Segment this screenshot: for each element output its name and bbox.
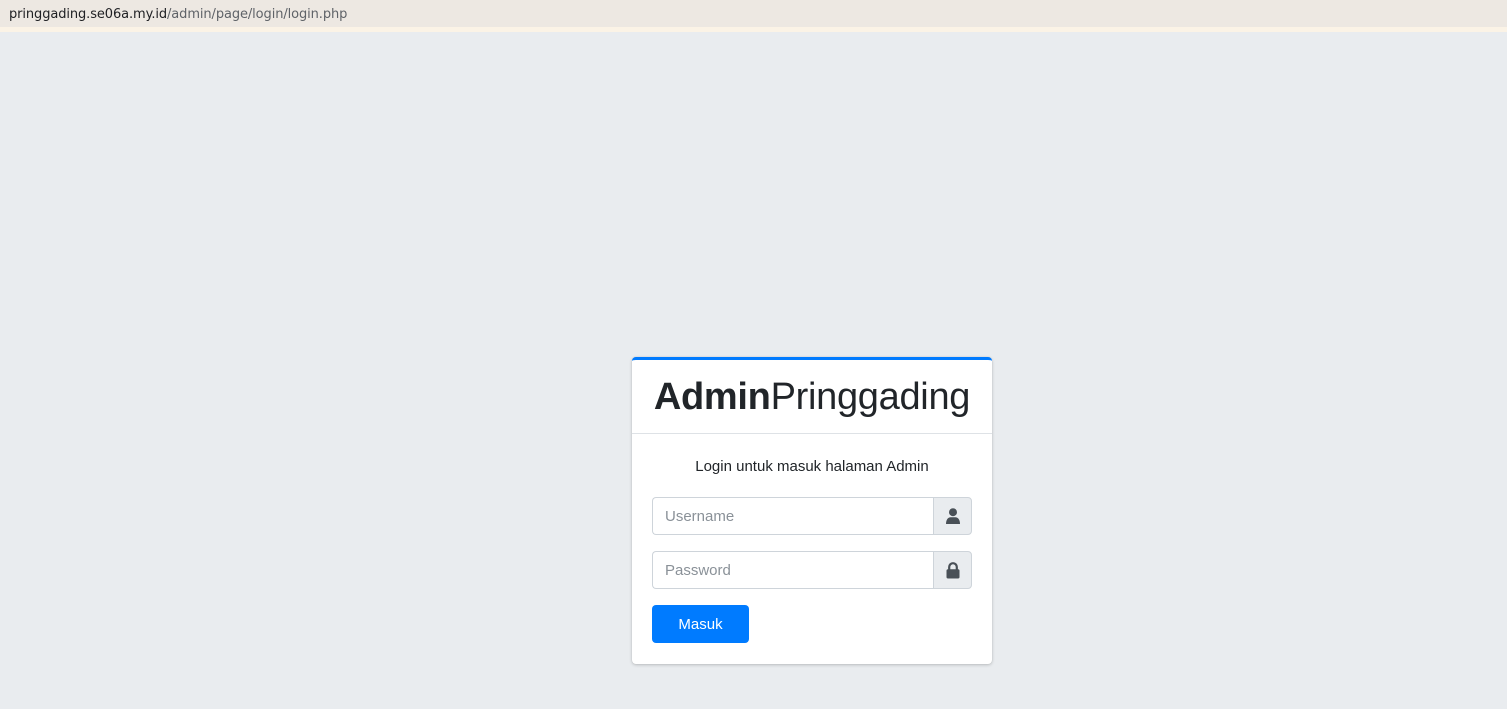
password-input-group [652, 551, 972, 589]
login-card-header: AdminPringgading [632, 360, 992, 434]
url-path: /admin/page/login/login.php [167, 7, 348, 22]
username-input[interactable] [652, 497, 933, 535]
lock-icon [946, 561, 959, 578]
login-card: AdminPringgading Login untuk masuk halam… [632, 357, 992, 664]
masuk-button[interactable]: Masuk [652, 605, 749, 643]
password-addon [933, 551, 972, 589]
password-input[interactable] [652, 551, 933, 589]
login-form: Masuk [652, 497, 972, 643]
username-input-group [652, 497, 972, 535]
username-addon [933, 497, 972, 535]
brand-bold: Admin [653, 376, 771, 418]
user-icon [945, 508, 960, 524]
brand-link[interactable]: AdminPringgading [653, 376, 971, 418]
url-host: pringgading.se06a.my.id [9, 7, 168, 22]
login-message: Login untuk masuk halaman Admin [695, 458, 929, 475]
login-card-body: Login untuk masuk halaman Admin Username… [632, 458, 992, 643]
url-text[interactable]: pringgading.se06a.my.id/admin/page/login… [9, 7, 347, 22]
brand-light: Pringgading [770, 376, 971, 418]
browser-address-bar[interactable]: pringgading.se06a.my.id/admin/page/login… [0, 0, 1507, 32]
